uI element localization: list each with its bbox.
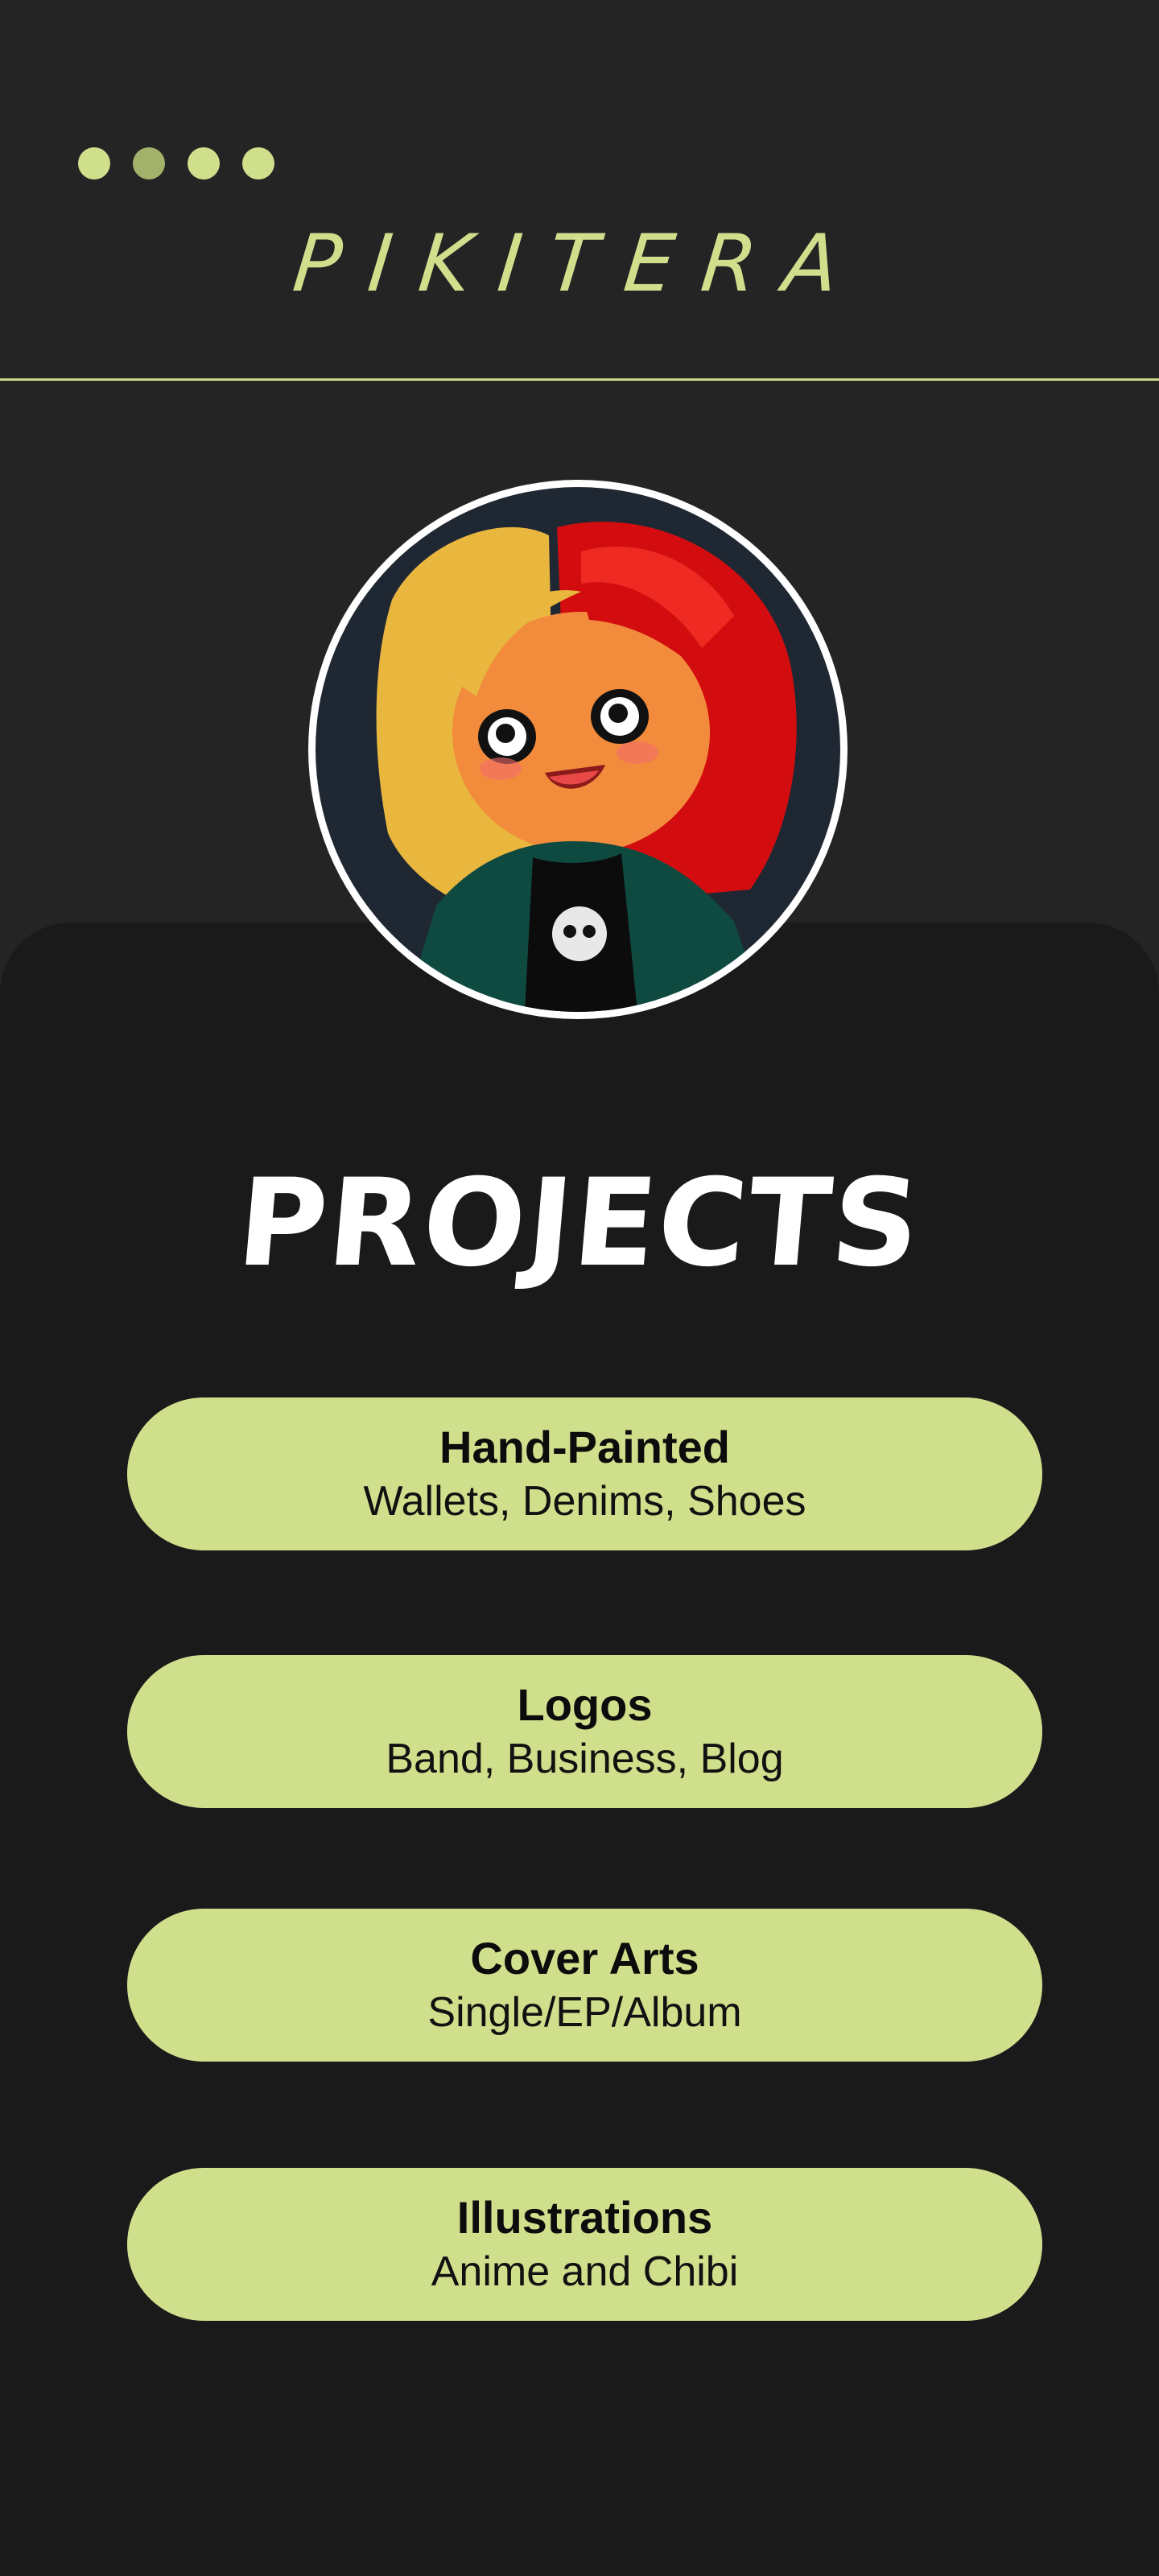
nav-dot-3[interactable]: [188, 147, 220, 180]
avatar-illustration: [316, 487, 840, 1012]
project-title: Hand-Painted: [439, 1422, 730, 1472]
nav-dots: [78, 147, 274, 180]
project-button-hand-painted[interactable]: Hand-Painted Wallets, Denims, Shoes: [127, 1397, 1042, 1550]
project-button-logos[interactable]: Logos Band, Business, Blog: [127, 1655, 1042, 1808]
project-title: Logos: [517, 1679, 653, 1730]
page-title: PROJECTS: [232, 1154, 927, 1294]
header-divider: [0, 378, 1159, 381]
nav-dot-4[interactable]: [242, 147, 274, 180]
nav-dot-2[interactable]: [133, 147, 165, 180]
avatar: [308, 480, 848, 1019]
project-title: Cover Arts: [470, 1933, 699, 1984]
nav-dot-1[interactable]: [78, 147, 110, 180]
project-subtitle: Band, Business, Blog: [386, 1736, 784, 1782]
project-button-cover-arts[interactable]: Cover Arts Single/EP/Album: [127, 1909, 1042, 2062]
brand-logo[interactable]: PIKITERA: [0, 216, 1159, 312]
project-subtitle: Single/EP/Album: [427, 1989, 742, 2036]
site-header: PIKITERA: [0, 0, 1159, 378]
project-button-illustrations[interactable]: Illustrations Anime and Chibi: [127, 2168, 1042, 2321]
project-title: Illustrations: [456, 2192, 713, 2243]
project-subtitle: Anime and Chibi: [431, 2248, 739, 2295]
project-subtitle: Wallets, Denims, Shoes: [363, 1478, 806, 1525]
